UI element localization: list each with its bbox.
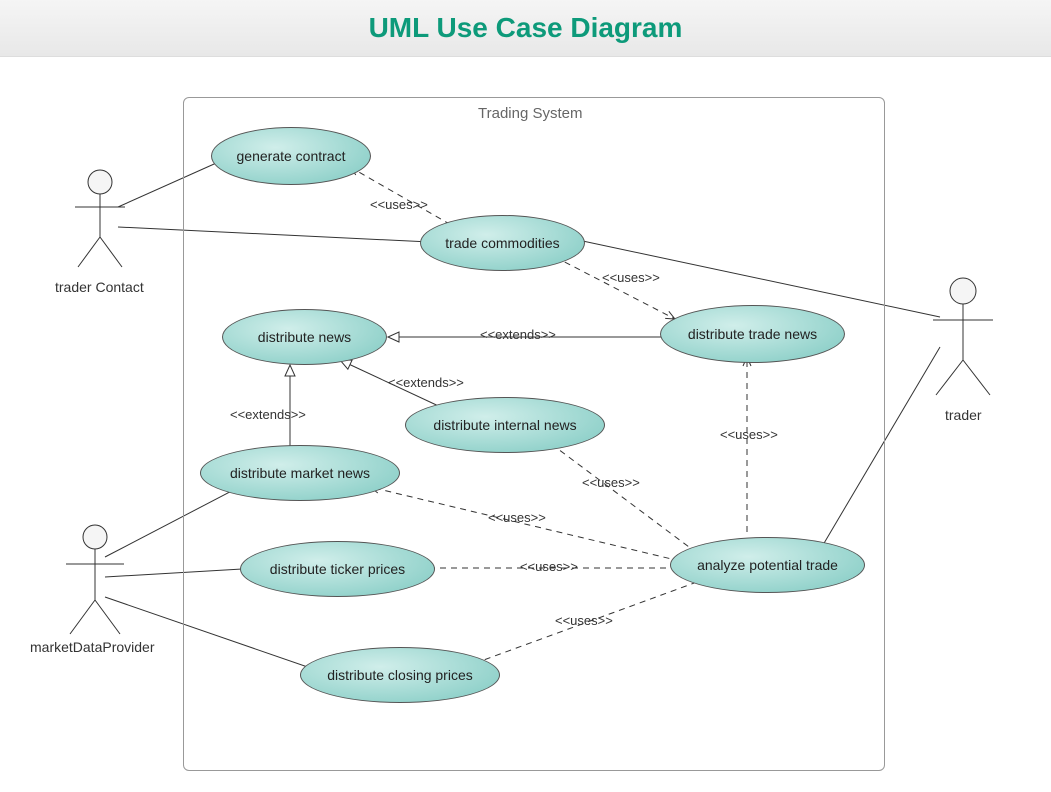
- usecase-label: trade commodities: [445, 235, 559, 251]
- usecase-distribute-news: distribute news: [222, 309, 387, 365]
- usecase-analyze-potential-trade: analyze potential trade: [670, 537, 865, 593]
- label-uses-6: <<uses>>: [520, 559, 578, 574]
- label-uses-3: <<uses>>: [720, 427, 778, 442]
- usecase-label: distribute trade news: [688, 326, 817, 342]
- usecase-label: generate contract: [237, 148, 346, 164]
- label-uses-7: <<uses>>: [555, 613, 613, 628]
- usecase-distribute-closing-prices: distribute closing prices: [300, 647, 500, 703]
- label-extends-1: <<extends>>: [480, 327, 556, 342]
- page-header: UML Use Case Diagram: [0, 0, 1051, 57]
- usecase-label: distribute internal news: [433, 417, 576, 433]
- usecase-distribute-market-news: distribute market news: [200, 445, 400, 501]
- actor-market-data-provider: [60, 522, 130, 642]
- label-uses-1: <<uses>>: [370, 197, 428, 212]
- diagram-canvas: Trading System generate contract trade c…: [0, 57, 1051, 792]
- actor-label-trader: trader: [945, 407, 982, 423]
- label-extends-2: <<extends>>: [388, 375, 464, 390]
- usecase-label: distribute closing prices: [327, 667, 473, 683]
- usecase-label: distribute ticker prices: [270, 561, 405, 577]
- label-uses-2: <<uses>>: [602, 270, 660, 285]
- actor-trader-contact: [70, 167, 130, 277]
- usecase-distribute-internal-news: distribute internal news: [405, 397, 605, 453]
- usecase-label: distribute market news: [230, 465, 370, 481]
- usecase-trade-commodities: trade commodities: [420, 215, 585, 271]
- usecase-label: distribute news: [258, 329, 351, 345]
- system-label: Trading System: [478, 105, 582, 122]
- usecase-label: analyze potential trade: [697, 557, 838, 573]
- label-uses-4: <<uses>>: [582, 475, 640, 490]
- actor-label-trader-contact: trader Contact: [55, 279, 144, 295]
- actor-label-market-data-provider: marketDataProvider: [30, 639, 155, 655]
- actor-trader: [928, 275, 998, 405]
- usecase-generate-contract: generate contract: [211, 127, 371, 185]
- usecase-distribute-trade-news: distribute trade news: [660, 305, 845, 363]
- label-uses-5: <<uses>>: [488, 510, 546, 525]
- label-extends-3: <<extends>>: [230, 407, 306, 422]
- usecase-distribute-ticker-prices: distribute ticker prices: [240, 541, 435, 597]
- page-title: UML Use Case Diagram: [0, 12, 1051, 44]
